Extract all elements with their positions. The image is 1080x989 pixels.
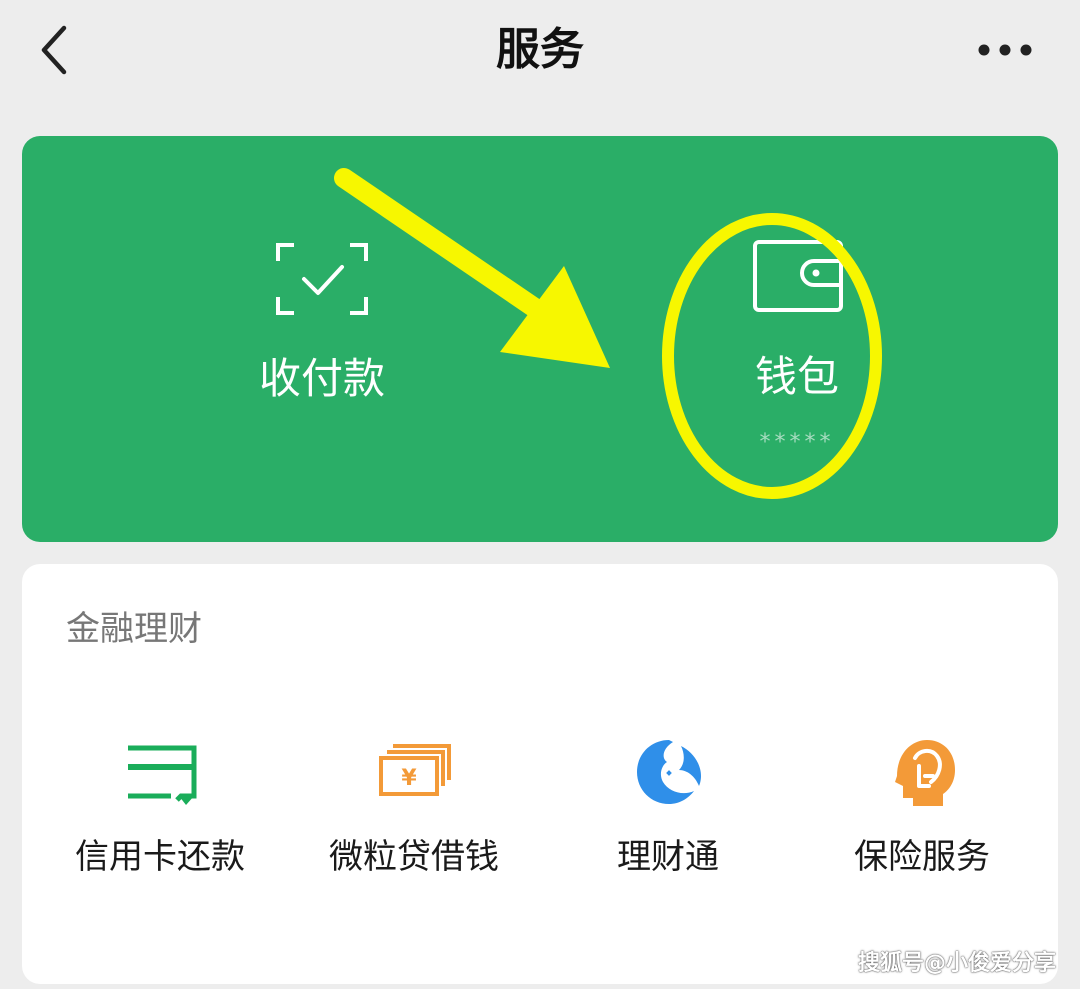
- insurance-item[interactable]: 保险服务: [792, 736, 1052, 896]
- weilidai-loan-item[interactable]: ¥ 微粒贷借钱: [284, 736, 544, 896]
- insurance-icon: [895, 740, 955, 806]
- svg-text:¥: ¥: [401, 766, 417, 791]
- page-title: 服务: [496, 24, 584, 75]
- service-label: 保险服务: [854, 837, 990, 877]
- top-bar: 服务: [0, 0, 1080, 100]
- watermark: 搜狐号@小俊爱分享: [857, 951, 1056, 976]
- scan-check-icon: [276, 243, 368, 315]
- licaitong-icon: [637, 740, 701, 804]
- wallet-label: 钱包: [754, 352, 839, 401]
- finance-section: 金融理财 信用卡还款 ¥ 微粒贷借钱 理财通 保险服务: [22, 564, 1058, 984]
- more-button[interactable]: [970, 30, 1040, 70]
- wallet-card: 收付款 钱包 *****: [22, 136, 1058, 542]
- wallet-tile[interactable]: 钱包 *****: [692, 231, 902, 471]
- receive-pay-label: 收付款: [258, 354, 385, 403]
- wallet-balance-masked: *****: [759, 430, 835, 455]
- annotation-overlay: [334, 168, 882, 499]
- banknote-icon: ¥: [379, 744, 451, 796]
- wallet-icon: [753, 240, 843, 312]
- service-label: 微粒贷借钱: [329, 837, 499, 877]
- credit-card-repay-item[interactable]: 信用卡还款: [30, 736, 290, 896]
- service-label: 理财通: [617, 837, 719, 877]
- receive-pay-tile[interactable]: 收付款: [222, 231, 422, 431]
- section-title: 金融理财: [66, 609, 202, 649]
- credit-card-icon: [128, 745, 197, 805]
- service-label: 信用卡还款: [75, 837, 245, 877]
- more-horizontal-icon: [978, 44, 1032, 56]
- licaitong-item[interactable]: 理财通: [538, 736, 798, 896]
